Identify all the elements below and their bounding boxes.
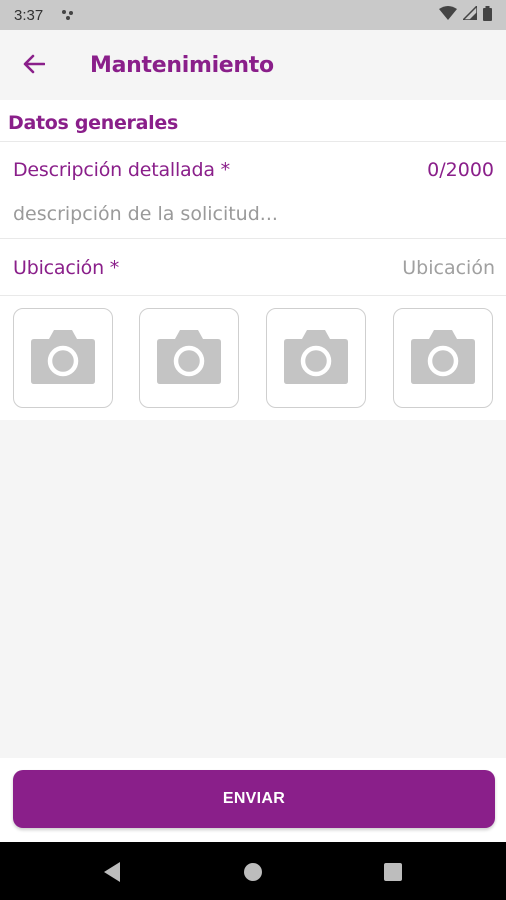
divider	[0, 141, 506, 142]
camera-icon	[283, 327, 349, 390]
status-bar: 3:37	[0, 0, 506, 30]
camera-icon	[30, 327, 96, 390]
photo-slot-2[interactable]	[139, 308, 239, 408]
camera-icon	[156, 327, 222, 390]
back-triangle-icon[interactable]	[100, 860, 124, 884]
description-counter: 0/2000	[427, 159, 494, 181]
photo-slot-1[interactable]	[13, 308, 113, 408]
signal-icon	[461, 4, 478, 24]
app-bar: Mantenimiento	[0, 30, 506, 100]
location-label: Ubicación *	[13, 257, 120, 279]
home-circle-icon[interactable]	[241, 860, 265, 884]
divider	[0, 238, 506, 239]
arrow-left-icon	[23, 54, 46, 79]
wifi-icon	[439, 6, 457, 24]
section-title: Datos generales	[8, 112, 178, 134]
recents-square-icon[interactable]	[381, 860, 405, 884]
divider	[0, 295, 506, 296]
description-input[interactable]	[13, 200, 483, 228]
description-label: Descripción detallada *	[13, 159, 230, 181]
notification-dots-icon	[61, 9, 75, 21]
photo-slot-4[interactable]	[393, 308, 493, 408]
submit-button[interactable]: ENVIAR	[13, 770, 495, 828]
system-nav-bar	[0, 842, 506, 900]
camera-icon	[410, 327, 476, 390]
battery-icon	[483, 5, 492, 25]
photo-slot-3[interactable]	[266, 308, 366, 408]
general-data-card: Datos generales Descripción detallada * …	[0, 100, 506, 420]
footer: ENVIAR	[0, 758, 506, 842]
status-icons	[439, 4, 492, 25]
location-selector[interactable]: Ubicación	[402, 257, 495, 279]
status-time: 3:37	[14, 6, 44, 24]
back-button[interactable]	[18, 50, 50, 82]
page-title: Mantenimiento	[90, 53, 274, 78]
